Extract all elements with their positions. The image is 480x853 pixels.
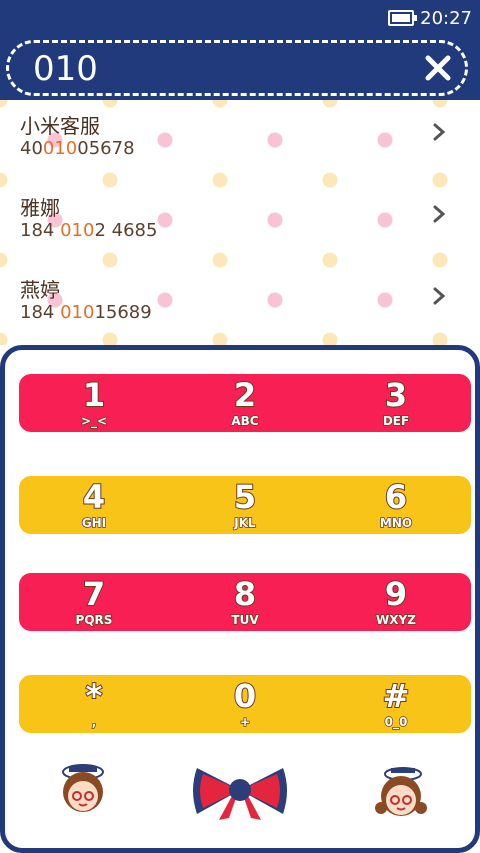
key-5[interactable]: 5 JKL — [170, 476, 320, 534]
keypad-row: 1 >_< 2 ABC 3 DEF — [19, 374, 471, 432]
key-letters: MNO — [379, 515, 413, 531]
dial-input-text: 010 — [33, 49, 98, 89]
close-icon — [425, 55, 451, 81]
contact-number: 4001005678 — [20, 138, 135, 159]
key-digit: # — [382, 676, 411, 716]
contact-number: 184 01015689 — [20, 302, 152, 323]
key-digit: 0 — [233, 676, 257, 716]
key-8[interactable]: 8 TUV — [170, 573, 320, 631]
key-letters: ABC — [231, 413, 260, 429]
number-match: 010 — [60, 302, 95, 323]
dial-pad: 1 >_< 2 ABC 3 DEF 4 GHI 5 JKL 6 MNO 7 PQRS 8 TUV… — [0, 345, 480, 853]
key-digit: 9 — [384, 574, 408, 614]
boy-avatar-icon — [62, 764, 104, 812]
clear-button[interactable] — [419, 49, 457, 87]
status-time: 20:27 — [420, 7, 472, 29]
key-letters: GHI — [81, 515, 107, 531]
chevron-right-icon — [433, 287, 446, 305]
key-3[interactable]: 3 DEF — [321, 374, 471, 432]
key-digit: 1 — [82, 375, 106, 415]
number-match: 010 — [60, 220, 95, 241]
dial-input[interactable]: 010 — [6, 40, 468, 96]
key-letters: JKL — [234, 515, 257, 531]
key-letters: WXYZ — [375, 612, 416, 628]
call-button[interactable] — [189, 762, 291, 826]
key-letters: >_< — [80, 413, 108, 429]
contact-name: 雅娜 — [20, 196, 60, 220]
key-letters: , — [91, 714, 97, 730]
chevron-right-icon — [433, 123, 446, 141]
bow-icon — [193, 768, 287, 820]
number-suffix: 15689 — [94, 302, 152, 323]
number-suffix: 05678 — [77, 138, 135, 159]
number-prefix: 184 — [20, 302, 61, 323]
key-digit: 7 — [82, 574, 106, 614]
contact-results: 小米客服 4001005678 雅娜 184 0102 4685 燕婷 184 … — [0, 100, 480, 345]
header-bar: 20:27 010 — [0, 0, 480, 100]
key-digit: 5 — [233, 477, 257, 517]
battery-icon — [388, 10, 418, 26]
contact-result[interactable]: 小米客服 4001005678 — [0, 100, 480, 182]
key-1[interactable]: 1 >_< — [19, 374, 169, 432]
contact-number: 184 0102 4685 — [20, 220, 157, 241]
key-9[interactable]: 9 WXYZ — [321, 573, 471, 631]
key-letters: PQRS — [75, 612, 113, 628]
key-digit: 4 — [82, 477, 106, 517]
key-letters: DEF — [382, 413, 410, 429]
key-star[interactable]: *, — [19, 675, 169, 733]
key-7[interactable]: 7 PQRS — [19, 573, 169, 631]
settings-button[interactable] — [371, 762, 431, 826]
key-digit: 8 — [233, 574, 257, 614]
key-6[interactable]: 6 MNO — [321, 476, 471, 534]
keypad-row: 7 PQRS 8 TUV 9 WXYZ — [19, 573, 471, 631]
key-digit: 3 — [384, 375, 408, 415]
contact-name: 燕婷 — [20, 278, 60, 302]
chevron-right-icon — [433, 205, 446, 223]
key-digit: 6 — [384, 477, 408, 517]
keypad-row: 4 GHI 5 JKL 6 MNO — [19, 476, 471, 534]
contact-result[interactable]: 雅娜 184 0102 4685 — [0, 182, 480, 264]
contacts-button[interactable] — [53, 758, 113, 822]
key-hash[interactable]: #0_0 — [321, 675, 471, 733]
key-0[interactable]: 0 + — [170, 675, 320, 733]
key-letters: TUV — [231, 612, 260, 628]
keypad-row: *, 0 + #0_0 — [19, 675, 471, 733]
number-match: 010 — [42, 138, 78, 159]
key-letters: + — [239, 714, 251, 730]
status-bar: 20:27 — [388, 6, 472, 30]
contact-result[interactable]: 燕婷 184 01015689 — [0, 264, 480, 346]
number-prefix: 40 — [20, 138, 43, 159]
key-2[interactable]: 2 ABC — [170, 374, 320, 432]
key-digit: 2 — [233, 375, 257, 415]
number-suffix: 2 4685 — [94, 220, 158, 241]
girl-avatar-icon — [375, 767, 427, 816]
key-4[interactable]: 4 GHI — [19, 476, 169, 534]
key-letters: 0_0 — [384, 714, 408, 730]
contact-name: 小米客服 — [20, 114, 100, 138]
key-digit: * — [85, 676, 104, 716]
number-prefix: 184 — [20, 220, 61, 241]
